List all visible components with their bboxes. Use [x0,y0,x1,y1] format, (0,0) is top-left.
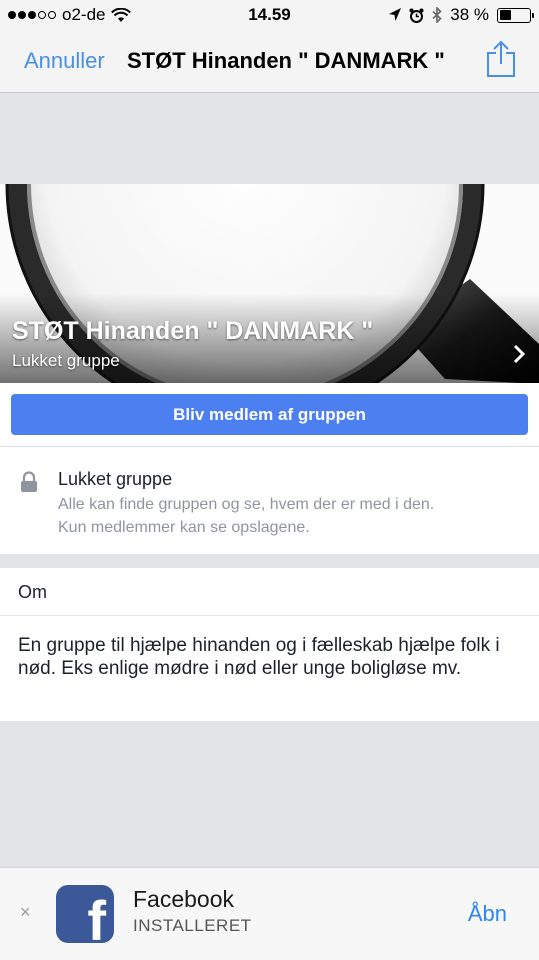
app-name: Facebook [133,886,235,912]
share-icon[interactable] [485,40,517,78]
battery-level [499,10,511,20]
cancel-button[interactable]: Annuller [24,48,105,74]
close-icon[interactable]: × [20,902,31,923]
privacy-section: Lukket gruppe Alle kan finde gruppen og … [0,447,539,554]
about-section: Om En gruppe til hjælpe hinanden og i fæ… [0,568,539,721]
facebook-app-icon: f [56,885,114,943]
status-bar: o2-de 14.59 38 % [0,0,539,30]
privacy-description-line: Kun medlemmer kan se opslagene. [58,519,310,536]
group-type: Lukket gruppe [12,351,120,370]
app-install-status: INSTALLERET [133,916,252,935]
privacy-description-line: Alle kan finde gruppen og se, hvem der e… [58,496,435,513]
location-icon [389,8,402,21]
app-install-banner: × f Facebook INSTALLERET Åbn [0,867,539,960]
about-description: En gruppe til hjælpe hinanden og i fælle… [18,635,500,679]
about-heading: Om [0,568,539,616]
privacy-description: Alle kan finde gruppen og se, hvem der e… [58,493,518,539]
privacy-title: Lukket gruppe [58,469,173,489]
group-cover-photo[interactable]: STØT Hinanden " DANMARK " Lukket gruppe [0,184,539,383]
join-section: Bliv medlem af gruppen [0,383,539,447]
battery-icon [497,7,534,23]
alarm-icon [409,8,424,23]
open-app-button[interactable]: Åbn [468,901,507,927]
facebook-logo-letter: f [87,889,106,944]
join-group-button[interactable]: Bliv medlem af gruppen [11,394,528,435]
battery-percent: 38 % [450,5,489,24]
status-right: 38 % [389,5,534,25]
group-name: STØT Hinanden " DANMARK " [12,317,374,345]
page-title: STØT Hinanden " DANMARK " [127,48,445,73]
bluetooth-icon [432,7,442,23]
lock-icon [21,471,37,492]
navigation-bar: Annuller STØT Hinanden " DANMARK " [0,30,539,93]
chevron-right-icon[interactable] [513,344,525,364]
